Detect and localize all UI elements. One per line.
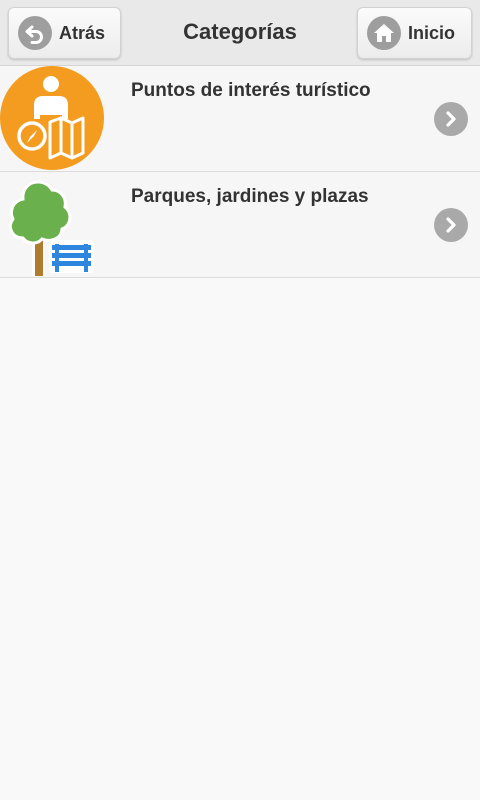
tourist-map-compass-icon xyxy=(0,66,106,172)
home-icon xyxy=(367,16,401,50)
back-button-label: Atrás xyxy=(59,22,106,43)
list-item[interactable]: Parques, jardines y plazas xyxy=(0,172,480,278)
tree-bench-icon xyxy=(0,172,106,278)
page-title: Categorías xyxy=(183,19,297,44)
undo-arrow-icon xyxy=(18,16,52,50)
list-item-label: Parques, jardines y plazas xyxy=(131,186,369,207)
header-bar: Atrás Categorías Inicio xyxy=(0,0,480,66)
home-button[interactable]: Inicio xyxy=(357,7,472,59)
list-item-label: Puntos de interés turístico xyxy=(131,80,371,101)
category-list: Puntos de interés turístico Parques, jar… xyxy=(0,66,480,278)
chevron-right-icon xyxy=(434,102,468,136)
chevron-right-icon xyxy=(434,208,468,242)
home-button-label: Inicio xyxy=(408,22,456,43)
list-item[interactable]: Puntos de interés turístico xyxy=(0,66,480,172)
back-button[interactable]: Atrás xyxy=(8,7,121,59)
